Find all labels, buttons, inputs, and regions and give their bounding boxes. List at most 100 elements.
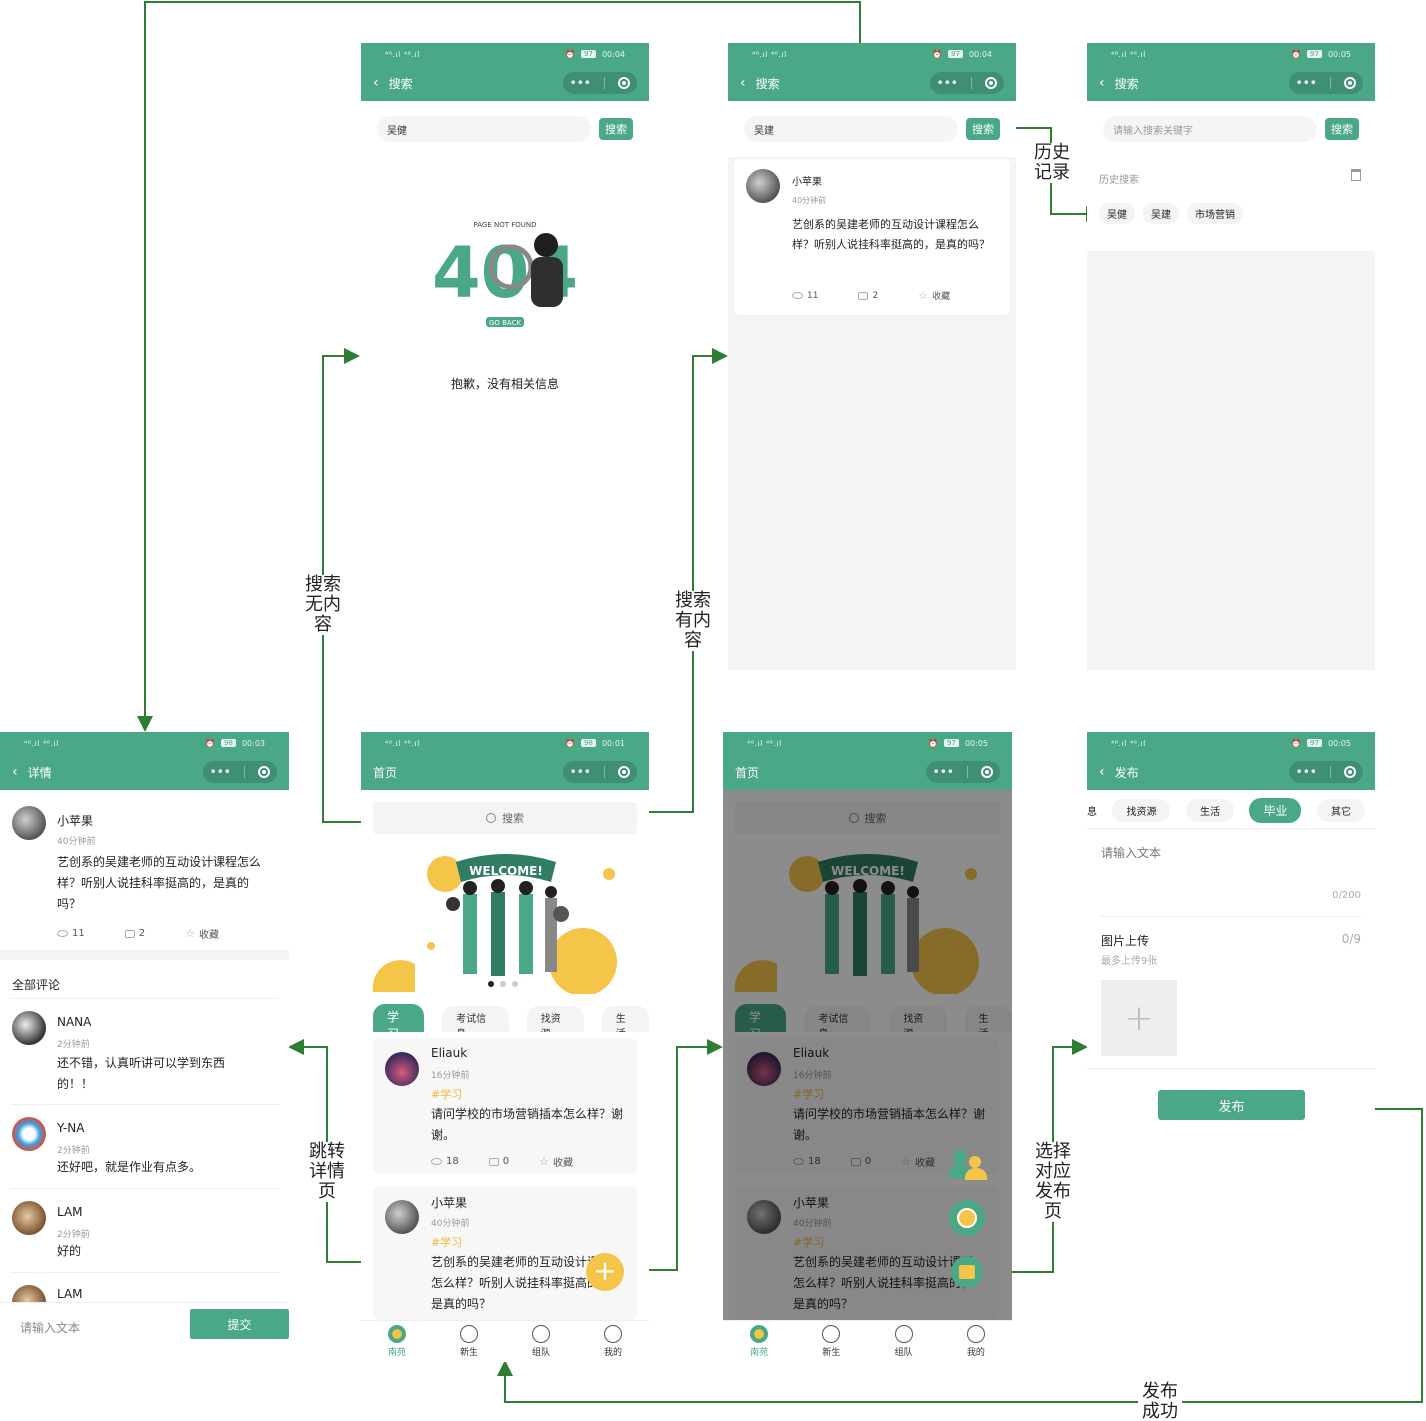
mini-program-capsule[interactable]: ••• [930,72,1004,94]
back-icon[interactable]: ‹ [373,75,379,91]
bottom-tab-bar: 南苑 新生 组队 我的 [723,1320,1012,1362]
close-icon[interactable] [618,766,631,778]
close-icon[interactable] [1344,766,1357,778]
avatar [12,1117,46,1151]
more-icon[interactable]: ••• [570,765,591,779]
add-post-button[interactable]: + [586,1253,624,1291]
comment-input[interactable]: 请输入文本 [20,1319,80,1336]
close-icon[interactable] [985,77,998,89]
post-card[interactable]: 小苹果 40分钟前 #学习 艺创系的吴建老师的互动设计课程怎么样？听别人说挂科率… [373,1186,637,1320]
shop-publish-icon[interactable] [951,1256,983,1288]
nav-bar: 首页 ••• [361,754,649,790]
comment-time: 2分钟前 [57,1230,90,1240]
more-icon[interactable]: ••• [1296,765,1317,779]
close-icon[interactable] [258,766,271,778]
page-title: 搜索 [755,76,780,91]
clock-publish-icon[interactable] [949,1200,985,1236]
tab-graduation[interactable]: 毕业 [1249,798,1302,823]
post-user: 小苹果 [431,1196,468,1210]
post-tag[interactable]: #学习 [431,1086,462,1102]
add-image-button[interactable]: + [1101,980,1177,1056]
mini-program-capsule[interactable]: ••• [1289,761,1363,783]
search-button[interactable]: 搜索 [1325,118,1359,140]
post-text: 艺创系的吴建老师的互动设计课程怎么样？听别人说挂科率挺高的，是真的吗？ [57,855,262,911]
mini-program-capsule[interactable]: ••• [563,761,637,783]
search-row: 吴建 搜索 [728,101,1016,157]
mini-program-capsule[interactable]: ••• [563,72,637,94]
bottom-tab-team[interactable]: 组队 [531,1325,550,1358]
more-icon[interactable]: ••• [570,76,591,90]
page-title: 搜索 [1114,76,1139,91]
more-icon[interactable]: ••• [933,765,954,779]
annotation-history: 历史 记录 [1032,142,1072,183]
bottom-tab-nanyuan[interactable]: 南苑 [750,1325,768,1358]
screen-detail: ⁴⁶.ıl ⁴⁶.ıl ⏰ 98 00:03 ‹ 详情 ••• 小苹果 40分钟前 艺… [0,732,289,1352]
bottom-tab-freshman[interactable]: 新生 [459,1325,478,1358]
back-icon[interactable]: ‹ [1099,75,1105,91]
trash-icon[interactable] [1351,169,1361,181]
close-icon[interactable] [981,766,994,778]
bottom-tab-mine[interactable]: 我的 [603,1325,622,1358]
mini-program-capsule[interactable]: ••• [203,761,277,783]
text-input[interactable]: 请输入文本 [1101,844,1161,861]
search-placeholder: 搜索 [502,812,524,825]
annotation-choose-publish: 选择 对应 发布 页 [1033,1141,1073,1222]
history-chip[interactable]: 市场营销 [1187,203,1243,224]
tab-other[interactable]: 其它 [1316,799,1365,822]
annotation-publish-success: 发布 成功 [1138,1382,1182,1421]
go-back-label[interactable]: GO BACK [489,319,522,327]
back-icon[interactable]: ‹ [1099,764,1105,780]
history-chip[interactable]: 吴建 [1143,203,1179,224]
more-icon[interactable]: ••• [937,76,958,90]
tab-life[interactable]: 生活 [1185,799,1234,822]
mini-program-capsule[interactable]: ••• [1289,72,1363,94]
post-user: Eliauk [431,1046,468,1060]
search-button[interactable]: 搜索 [599,118,633,140]
back-icon[interactable]: ‹ [740,75,746,91]
dim-overlay[interactable] [723,790,1012,1320]
more-icon[interactable]: ••• [210,765,231,779]
user-icon [603,1325,622,1343]
bottom-tab-team[interactable]: 组队 [894,1325,913,1358]
post-card[interactable]: Eliauk 16分钟前 #学习 请问学校的市场营销插本怎么样？谢谢。 18 0… [373,1038,637,1174]
back-icon[interactable]: ‹ [12,764,18,780]
page-title: 首页 [373,765,398,780]
bottom-tab-freshman[interactable]: 新生 [822,1325,840,1358]
bottom-tab-nanyuan[interactable]: 南苑 [387,1325,406,1358]
bottom-tab-mine[interactable]: 我的 [966,1325,985,1358]
status-bar: ⁴⁶.ıl ⁴⁶.ıl ⏰ 98 00:01 [361,732,649,754]
search-input[interactable]: 吴健 [377,116,591,142]
team-publish-icon[interactable] [949,1150,989,1184]
mini-program-capsule[interactable]: ••• [926,761,1000,783]
annotation-no-content: 搜索 无内 容 [303,574,343,635]
screen-search-empty: ⁴⁶.ıl ⁴⁶.ıl ⏰ 97 00:04 ‹ 搜索 ••• 吴健 搜索 PAGE … [361,43,649,670]
search-row: 吴健 搜索 [361,101,649,157]
close-icon[interactable] [618,77,631,89]
user-icon [966,1325,985,1343]
search-input[interactable]: 请输入搜索关键字 [1103,116,1317,142]
post-tag[interactable]: #学习 [431,1234,462,1250]
tab-info[interactable]: 息 [1087,803,1097,818]
post-time: 40分钟前 [792,196,827,205]
post-card[interactable]: 小苹果 40分钟前 艺创系的吴建老师的互动设计课程怎么样？听别人说挂科率挺高的，… [734,159,1010,315]
publish-category-tabs: 息 找资源 生活 毕业 其它 [1087,798,1375,823]
team-icon [894,1325,913,1343]
comment-icon [858,291,869,300]
tab-resources[interactable]: 找资源 [1112,799,1171,822]
history-chip[interactable]: 吴健 [1099,203,1135,224]
more-icon[interactable]: ••• [1296,76,1317,90]
comment-text: 好的 [57,1244,82,1258]
comment-text: 还不错，认真听讲可以学到东西的！！ [57,1056,226,1091]
status-bar: ⁴⁶.ıl ⁴⁶.ıl ⏰ 97 00:05 [1087,43,1375,65]
search-input[interactable]: 吴建 [744,116,958,142]
home-search-bar[interactable]: 搜索 [373,802,637,834]
publish-button[interactable]: 发布 [1158,1090,1305,1120]
divider [0,950,289,960]
status-bar: ⁴⁶.ıl ⁴⁶.ıl ⏰ 97 00:05 [723,732,1012,754]
submit-button[interactable]: 提交 [190,1309,289,1339]
post-stats: 18 0 ☆ 收藏 [431,1154,573,1169]
close-icon[interactable] [1344,77,1357,89]
search-button[interactable]: 搜索 [966,118,1000,140]
bottom-tab-bar: 南苑 新生 组队 我的 [361,1320,649,1362]
nav-bar: 首页 ••• [723,754,1012,790]
